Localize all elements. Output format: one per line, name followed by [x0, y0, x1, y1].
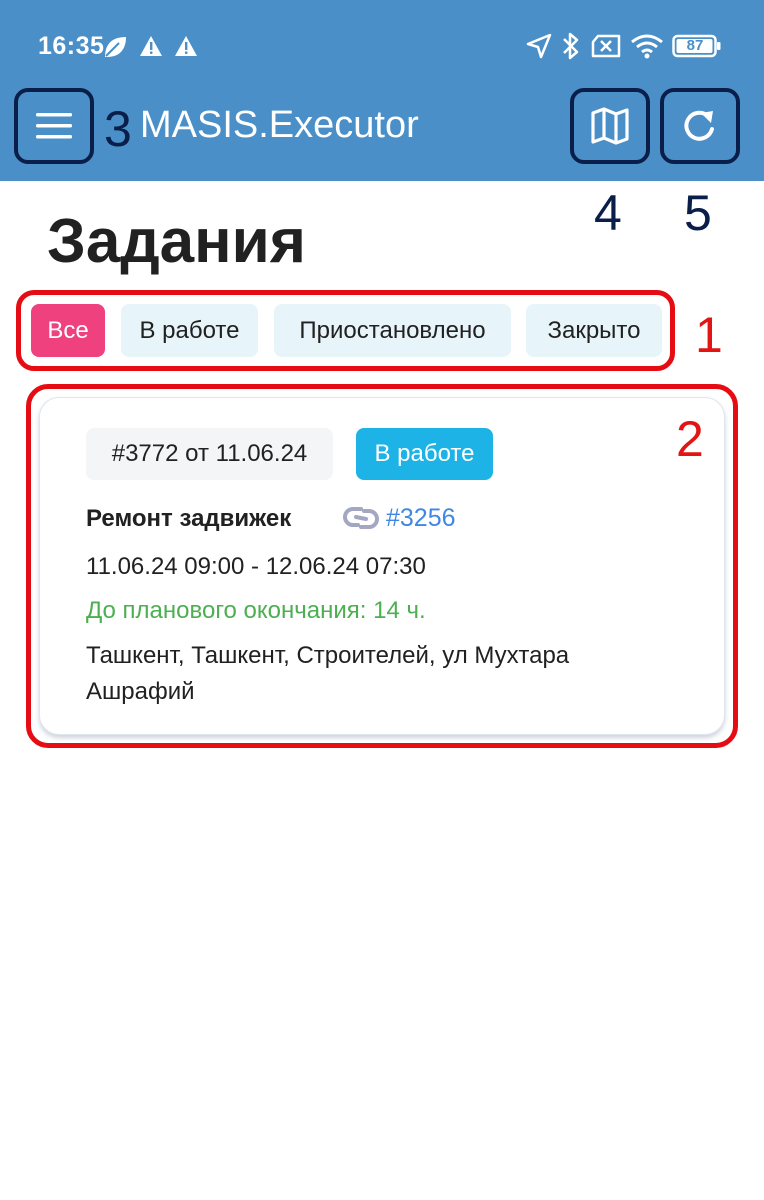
refresh-icon [684, 110, 714, 141]
task-address: Ташкент, Ташкент, Строителей, ул Мухтара… [86, 642, 570, 705]
warning-icon [175, 36, 197, 56]
deadline-text: До планового окончания: 14 ч. [86, 597, 426, 624]
location-arrow-icon [526, 33, 552, 59]
status-badge: В работе [356, 428, 493, 480]
wifi-icon [631, 34, 663, 59]
menu-button[interactable] [14, 88, 94, 164]
annotation-refresh: 5 [684, 185, 712, 241]
task-name: Ремонт задвижек [86, 505, 292, 532]
hamburger-menu-icon [36, 113, 72, 139]
linked-task-link[interactable]: #3256 [386, 504, 456, 533]
sim-off-icon [591, 34, 621, 58]
battery-level: 87 [686, 37, 704, 54]
annotation-card: 2 [676, 411, 704, 467]
app-title: MASIS.Executor [140, 104, 419, 146]
filter-chip-all[interactable]: Все [31, 304, 105, 357]
filter-chip-in-progress[interactable]: В работе [121, 304, 258, 357]
order-number-badge: #3772 от 11.06.24 [86, 428, 333, 480]
status-bar: 16:35 87 [0, 0, 764, 90]
page-title: Задания [47, 207, 306, 276]
filter-chip-paused[interactable]: Приостановлено [274, 304, 511, 357]
bluetooth-icon [563, 32, 579, 60]
task-dates: 11.06.24 09:00 - 12.06.24 07:30 [86, 553, 426, 580]
filter-chip-closed[interactable]: Закрыто [526, 304, 662, 357]
map-button[interactable] [570, 88, 650, 164]
warning-icon [140, 36, 162, 56]
status-time: 16:35 [38, 32, 105, 60]
link-chain-icon [343, 507, 379, 529]
annotation-menu: 3 [104, 101, 132, 157]
leaf-icon [105, 37, 126, 57]
refresh-button[interactable] [660, 88, 740, 164]
map-icon [591, 107, 629, 145]
annotation-filters: 1 [695, 307, 723, 363]
annotation-map: 4 [594, 185, 622, 241]
